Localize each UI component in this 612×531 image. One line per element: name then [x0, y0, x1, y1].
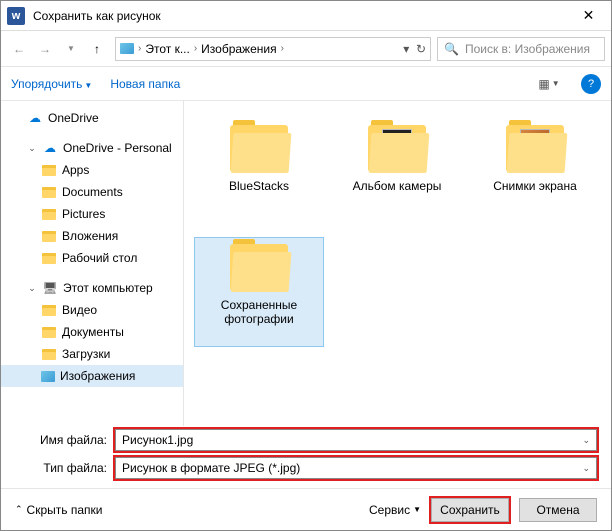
images-icon	[41, 371, 55, 382]
tree-docs-ru[interactable]: Документы	[1, 321, 183, 343]
word-app-icon: w	[7, 7, 25, 25]
filename-row: Имя файла: Рисунок1.jpg ⌄	[1, 426, 611, 454]
folder-label: Снимки экрана	[493, 179, 577, 193]
breadcrumb-seg-1[interactable]: Этот к...	[145, 42, 189, 56]
breadcrumb-dropdown[interactable]: ▾ ↻	[403, 42, 426, 56]
help-button[interactable]: ?	[581, 74, 601, 94]
new-folder-button[interactable]: Новая папка	[110, 77, 180, 91]
folder-icon	[41, 250, 57, 266]
folder-icon	[41, 162, 57, 178]
chevron-down-icon[interactable]: ⌄	[582, 463, 590, 474]
tree-documents[interactable]: Documents	[1, 181, 183, 203]
recent-dropdown[interactable]: ▼	[59, 37, 83, 61]
folder-icon	[41, 324, 57, 340]
back-button[interactable]: ←	[7, 37, 31, 61]
breadcrumb[interactable]: › Этот к... › Изображения › ▾ ↻	[115, 37, 431, 61]
filetype-row: Тип файла: Рисунок в формате JPEG (*.jpg…	[1, 454, 611, 482]
folder-label: Сохраненные фотографии	[199, 298, 319, 326]
organize-button[interactable]: Упорядочить▼	[11, 77, 92, 91]
folder-icon	[41, 346, 57, 362]
folder-icon	[230, 125, 288, 171]
tree-desktop[interactable]: Рабочий стол	[1, 247, 183, 269]
folder-item[interactable]: Альбом камеры	[332, 119, 462, 229]
search-icon: 🔍	[444, 42, 459, 56]
tree-apps[interactable]: Apps	[1, 159, 183, 181]
folder-icon	[41, 184, 57, 200]
cancel-button[interactable]: Отмена	[519, 498, 597, 522]
chevron-down-icon: ▼	[413, 505, 421, 514]
filetype-label: Тип файла:	[15, 461, 107, 475]
breadcrumb-seg-2[interactable]: Изображения	[201, 42, 276, 56]
cloud-icon: ☁	[42, 140, 58, 156]
folder-icon	[230, 244, 288, 290]
chevron-right-icon: ›	[281, 43, 284, 54]
nav-row: ← → ▼ ↑ › Этот к... › Изображения › ▾ ↻ …	[1, 31, 611, 67]
close-button[interactable]: ✕	[566, 1, 611, 31]
chevron-up-icon: ⌃	[15, 504, 23, 515]
folder-label: BlueStacks	[229, 179, 289, 193]
up-button[interactable]: ↑	[85, 37, 109, 61]
tree-attachments[interactable]: Вложения	[1, 225, 183, 247]
body: ☁OneDrive ⌄☁OneDrive - Personal Apps Doc…	[1, 101, 611, 426]
folder-item[interactable]: BlueStacks	[194, 119, 324, 229]
folder-icon	[41, 302, 57, 318]
folder-icon	[506, 125, 564, 171]
save-button[interactable]: Сохранить	[431, 498, 509, 522]
view-options-button[interactable]: ▦▼	[535, 73, 563, 95]
tree-downloads[interactable]: Загрузки	[1, 343, 183, 365]
tree-pictures[interactable]: Pictures	[1, 203, 183, 225]
location-icon	[120, 43, 134, 54]
forward-button: →	[33, 37, 57, 61]
expand-icon[interactable]: ⌄	[27, 143, 37, 154]
tree-video[interactable]: Видео	[1, 299, 183, 321]
search-input[interactable]: 🔍 Поиск в: Изображения	[437, 37, 605, 61]
folder-icon	[41, 228, 57, 244]
folder-tree[interactable]: ☁OneDrive ⌄☁OneDrive - Personal Apps Doc…	[1, 101, 184, 426]
chevron-right-icon: ›	[194, 43, 197, 54]
expand-icon[interactable]: ⌄	[27, 283, 37, 294]
pc-icon: 🖥	[42, 280, 58, 296]
hide-folders-button[interactable]: ⌃Скрыть папки	[15, 503, 102, 517]
filename-input[interactable]: Рисунок1.jpg ⌄	[115, 429, 597, 451]
folder-label: Альбом камеры	[353, 179, 442, 193]
toolbar: Упорядочить▼ Новая папка ▦▼ ?	[1, 67, 611, 101]
tree-onedrive[interactable]: ☁OneDrive	[1, 107, 183, 129]
footer: ⌃Скрыть папки Сервис▼ Сохранить Отмена	[1, 488, 611, 530]
file-pane[interactable]: BlueStacks Альбом камеры Снимки экрана С…	[184, 101, 611, 426]
titlebar: w Сохранить как рисунок ✕	[1, 1, 611, 31]
window-title: Сохранить как рисунок	[33, 9, 566, 23]
folder-icon	[368, 125, 426, 171]
cloud-icon: ☁	[27, 110, 43, 126]
chevron-right-icon: ›	[138, 43, 141, 54]
filetype-value: Рисунок в формате JPEG (*.jpg)	[122, 461, 300, 475]
search-placeholder: Поиск в: Изображения	[465, 42, 590, 56]
folder-item-selected[interactable]: Сохраненные фотографии	[194, 237, 324, 347]
chevron-down-icon[interactable]: ⌄	[582, 435, 590, 446]
folder-icon	[41, 206, 57, 222]
tree-images[interactable]: Изображения	[1, 365, 183, 387]
chevron-down-icon: ▼	[84, 81, 92, 90]
tree-this-pc[interactable]: ⌄🖥Этот компьютер	[1, 277, 183, 299]
folder-item[interactable]: Снимки экрана	[470, 119, 600, 229]
filetype-select[interactable]: Рисунок в формате JPEG (*.jpg) ⌄	[115, 457, 597, 479]
filename-value: Рисунок1.jpg	[122, 433, 193, 447]
tree-onedrive-personal[interactable]: ⌄☁OneDrive - Personal	[1, 137, 183, 159]
filename-label: Имя файла:	[15, 433, 107, 447]
tools-button[interactable]: Сервис▼	[369, 503, 421, 517]
